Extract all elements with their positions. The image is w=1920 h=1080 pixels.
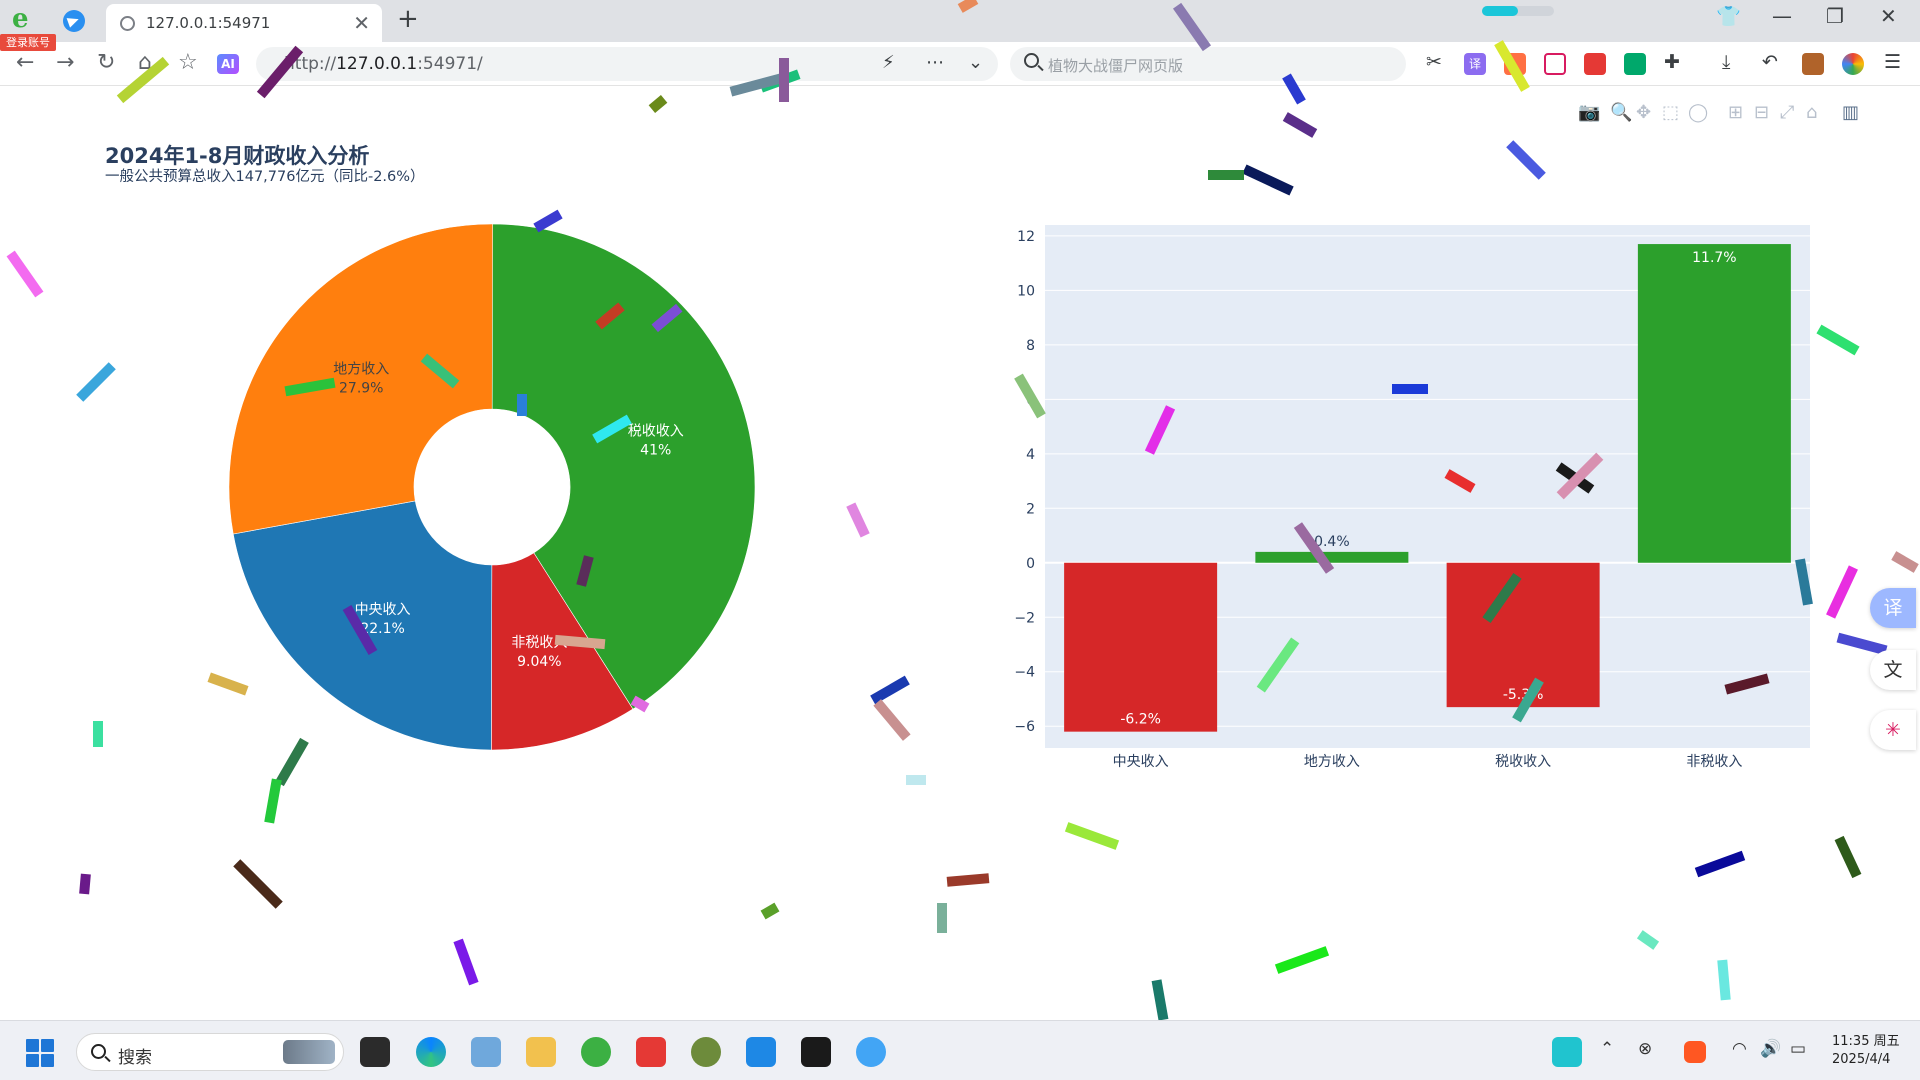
confetti-piece bbox=[592, 414, 632, 444]
confetti-piece bbox=[420, 353, 460, 389]
confetti-piece bbox=[1208, 170, 1244, 180]
clock[interactable]: 11:35 周五 2025/4/4 bbox=[1832, 1033, 1900, 1069]
confetti-piece bbox=[1392, 384, 1428, 394]
clock-date: 2025/4/4 bbox=[1832, 1052, 1891, 1067]
confetti-piece bbox=[256, 45, 304, 99]
confetti-piece bbox=[1694, 850, 1746, 878]
confetti-piece bbox=[1293, 522, 1335, 574]
confetti-piece bbox=[760, 902, 780, 920]
confetti-piece bbox=[275, 737, 309, 787]
confetti-piece bbox=[453, 938, 479, 986]
confetti-piece bbox=[1724, 673, 1770, 695]
search-icon bbox=[91, 1044, 106, 1059]
confetti-piece bbox=[6, 250, 44, 298]
close-circle-icon[interactable]: ⊗ bbox=[1638, 1039, 1652, 1059]
search-highlight-image bbox=[283, 1040, 335, 1064]
confetti-piece bbox=[233, 859, 283, 909]
confetti-piece bbox=[870, 675, 910, 705]
side-language-button[interactable]: 文 bbox=[1870, 650, 1916, 690]
confetti-piece bbox=[1144, 405, 1176, 455]
confetti-piece bbox=[1172, 2, 1212, 52]
confetti-piece bbox=[207, 672, 249, 696]
confetti-piece bbox=[1282, 73, 1306, 105]
confetti-piece bbox=[576, 555, 594, 587]
confetti-piece bbox=[906, 775, 926, 785]
side-network-button[interactable]: ✳ bbox=[1870, 710, 1916, 750]
confetti-piece bbox=[264, 778, 282, 824]
confetti-piece bbox=[846, 502, 870, 538]
edge-icon[interactable] bbox=[416, 1037, 446, 1067]
confetti-piece bbox=[1014, 373, 1046, 419]
confetti-piece bbox=[1795, 558, 1813, 606]
confetti-piece bbox=[76, 362, 116, 402]
confetti-piece bbox=[630, 695, 650, 713]
confetti-piece bbox=[1256, 637, 1300, 693]
confetti-piece bbox=[533, 209, 563, 233]
confetti-piece bbox=[1834, 835, 1862, 879]
confetti-piece bbox=[1512, 677, 1544, 723]
confetti-piece bbox=[1274, 946, 1330, 974]
confetti-piece bbox=[93, 721, 103, 747]
browser-app-icon[interactable] bbox=[581, 1037, 611, 1067]
wps-icon[interactable] bbox=[636, 1037, 666, 1067]
confetti-piece bbox=[116, 56, 170, 104]
confetti-piece bbox=[873, 699, 911, 741]
confetti-piece bbox=[1636, 930, 1660, 950]
confetti-piece bbox=[1506, 140, 1546, 180]
confetti-piece bbox=[1482, 573, 1522, 623]
confetti-piece bbox=[1891, 551, 1919, 573]
confetti-piece bbox=[1494, 40, 1530, 92]
confetti-piece bbox=[779, 58, 789, 102]
login-badge[interactable]: 登录账号 bbox=[0, 34, 56, 51]
confetti-piece bbox=[937, 903, 947, 933]
confetti-piece bbox=[517, 394, 527, 416]
side-translate-button[interactable]: 译 bbox=[1870, 588, 1916, 628]
windows-start-icon[interactable] bbox=[26, 1039, 54, 1067]
tray-app-icon[interactable] bbox=[1552, 1037, 1582, 1067]
confetti-piece bbox=[957, 0, 979, 13]
monitor-app-icon[interactable] bbox=[471, 1037, 501, 1067]
clock-time: 11:35 周五 bbox=[1832, 1034, 1900, 1049]
pycharm-icon[interactable] bbox=[801, 1037, 831, 1067]
tray-s-icon[interactable] bbox=[1684, 1041, 1706, 1063]
chevron-up-icon[interactable]: ⌃ bbox=[1600, 1039, 1614, 1059]
confetti-piece bbox=[79, 873, 91, 895]
file-explorer-icon[interactable] bbox=[526, 1037, 556, 1067]
confetti-piece bbox=[342, 604, 378, 656]
confetti-piece bbox=[1816, 324, 1860, 356]
confetti-piece bbox=[1242, 164, 1294, 196]
wifi-icon[interactable]: ◠ bbox=[1732, 1039, 1747, 1059]
confetti-piece bbox=[284, 377, 336, 397]
confetti-piece bbox=[946, 873, 990, 887]
taskbar: 搜索 ⌃ ⊗ ◠ 🔊 ▭ 11:35 周五 2025/4/4 bbox=[0, 1020, 1920, 1080]
volume-icon[interactable]: 🔊 bbox=[1760, 1039, 1781, 1059]
confetti-piece bbox=[1444, 469, 1476, 493]
confetti-piece bbox=[1826, 565, 1858, 619]
confetti-piece bbox=[1064, 822, 1120, 850]
confetti-piece bbox=[729, 73, 783, 97]
task-view-icon[interactable] bbox=[360, 1037, 390, 1067]
confetti-piece bbox=[1151, 979, 1169, 1020]
game-app-icon[interactable] bbox=[691, 1037, 721, 1067]
confetti-piece bbox=[1717, 959, 1731, 1001]
confetti-piece bbox=[1282, 112, 1318, 138]
confetti-piece bbox=[648, 95, 668, 113]
notepad-icon[interactable] bbox=[746, 1037, 776, 1067]
taskbar-search[interactable]: 搜索 bbox=[76, 1033, 344, 1071]
confetti-piece bbox=[595, 302, 625, 330]
confetti-overlay bbox=[6, 0, 1919, 1020]
taskbar-search-placeholder: 搜索 bbox=[118, 1048, 152, 1068]
confetti-piece bbox=[651, 303, 683, 333]
confetti-piece bbox=[554, 634, 606, 650]
battery-icon[interactable]: ▭ bbox=[1790, 1039, 1806, 1059]
network-app-icon[interactable] bbox=[856, 1037, 886, 1067]
